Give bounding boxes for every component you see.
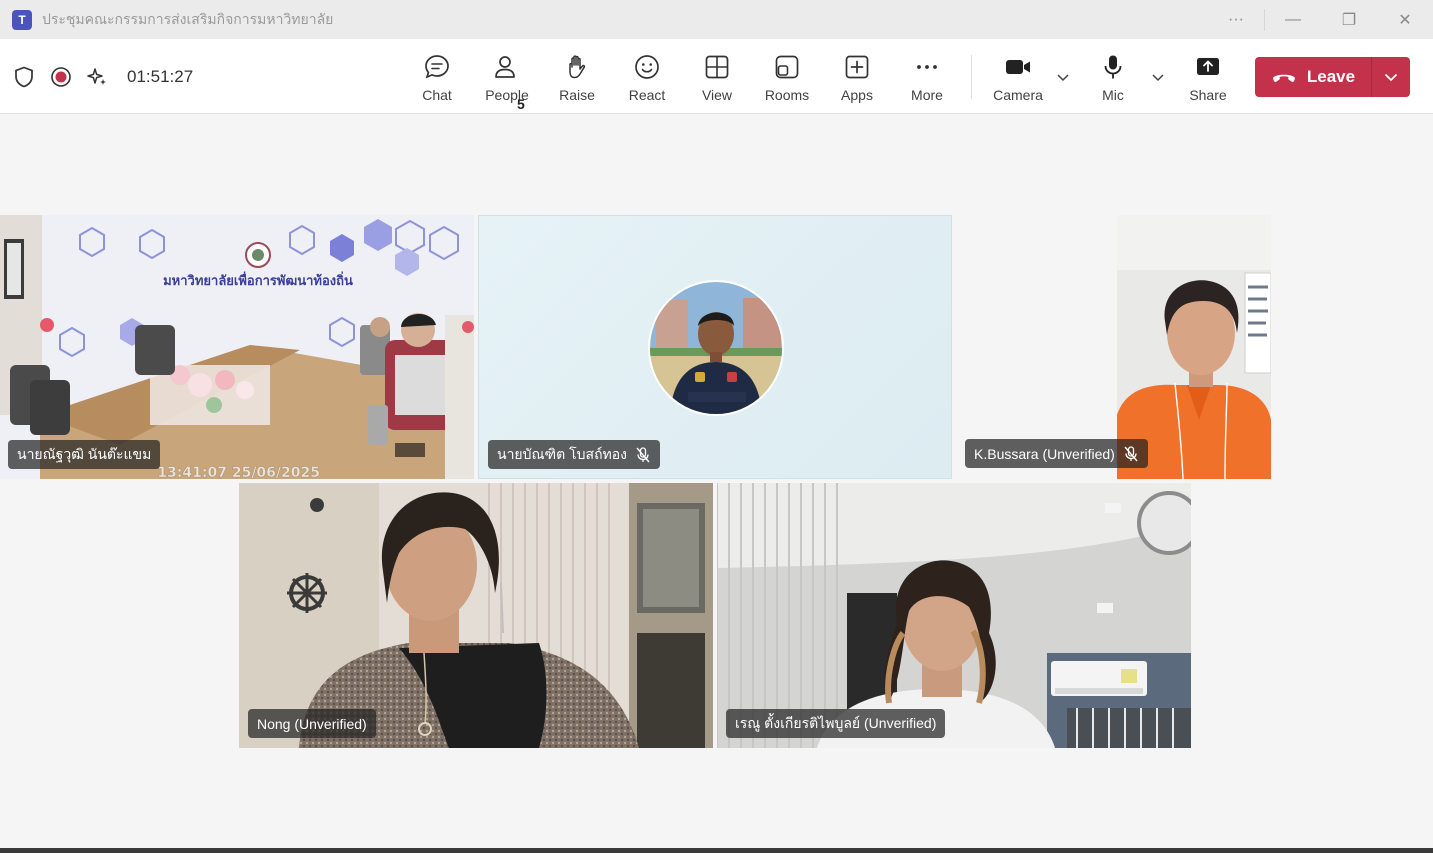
view-button[interactable]: View [682, 39, 752, 114]
window-controls: ··· — ❐ ✕ [1208, 0, 1433, 39]
video-tile-renu[interactable]: เรณู ตั้งเกียรติไพบูลย์ (Unverified) [717, 483, 1191, 748]
mic-button[interactable]: Mic [1078, 39, 1148, 114]
shield-icon[interactable] [12, 65, 36, 89]
apps-label: Apps [841, 87, 873, 103]
teams-logo-icon: T [12, 9, 32, 30]
leave-label: Leave [1306, 67, 1356, 86]
participant-name-tag: เรณู ตั้งเกียรติไพบูลย์ (Unverified) [726, 709, 946, 738]
mic-options-chevron[interactable] [1150, 69, 1166, 85]
meeting-status: 01:51:27 [12, 39, 193, 114]
ellipsis-icon [917, 65, 937, 69]
toolbar-divider [971, 55, 972, 99]
recording-icon[interactable] [49, 65, 73, 89]
react-button[interactable]: React [612, 39, 682, 114]
view-label: View [701, 87, 733, 103]
smiley-icon [635, 55, 659, 79]
people-button[interactable]: People [472, 39, 542, 114]
chevron-down-icon [1152, 74, 1164, 82]
leave-options-chevron[interactable] [1372, 57, 1410, 97]
people-icon [495, 56, 515, 78]
participant-name: K.Bussara (Unverified) [974, 445, 1115, 462]
participant-name: Nong (Unverified) [257, 715, 367, 732]
mic-off-icon [635, 446, 651, 463]
banner-text: มหาวิทยาลัยเพื่อการพัฒนาท้องถิ่น [163, 271, 353, 289]
people-count-badge: 5 [517, 96, 525, 112]
chevron-down-icon [1384, 73, 1398, 82]
participant-name: นายณัฐวุฒิ นันต๊ะแขม [17, 445, 152, 462]
video-tile-nong[interactable]: Nong (Unverified) [239, 483, 713, 748]
share-icon [1197, 58, 1219, 75]
leave-button-group: Leave [1255, 57, 1410, 97]
meeting-timer: 01:51:27 [127, 66, 194, 86]
more-button[interactable]: More [892, 39, 962, 114]
apps-button[interactable]: Apps [822, 39, 892, 114]
chat-bubble-icon [425, 55, 449, 79]
participant-name: นายบัณฑิต โบสถ์ทอง [497, 445, 628, 462]
meeting-toolbar: 01:51:27 Chat People 5 Raise React View … [0, 39, 1433, 114]
share-label: Share [1189, 87, 1227, 103]
mic-off-icon [1123, 445, 1139, 462]
close-button[interactable]: ✕ [1377, 0, 1433, 39]
camera-options-chevron[interactable] [1055, 69, 1071, 85]
video-tile-natthawut[interactable]: มหาวิทยาลัยเพื่อการพัฒนาท้องถิ่น 13:41:0… [0, 215, 474, 479]
share-button[interactable]: Share [1173, 39, 1243, 114]
rooms-icon [775, 55, 799, 79]
chat-label: Chat [422, 87, 452, 103]
minimize-button[interactable]: — [1265, 0, 1321, 39]
plus-square-icon [845, 55, 869, 79]
video-tile-bundit[interactable]: นายบัณฑิต โบสถ์ทอง [478, 215, 952, 479]
camera-label: Camera [993, 87, 1043, 103]
participant-name-tag: นายบัณฑิต โบสถ์ทอง [488, 440, 661, 469]
participant-avatar [648, 280, 784, 416]
window-title: ประชุมคณะกรรมการส่งเสริมกิจการมหาวิทยาลั… [42, 10, 334, 27]
more-label: More [911, 87, 943, 103]
participant-name-tag: นายณัฐวุฒิ นันต๊ะแขม [8, 440, 161, 469]
participant-name: เรณู ตั้งเกียรติไพบูลย์ (Unverified) [735, 714, 937, 731]
mic-icon [1104, 55, 1122, 79]
participant-name-tag: Nong (Unverified) [248, 709, 376, 738]
react-label: React [628, 87, 666, 103]
rooms-button[interactable]: Rooms [752, 39, 822, 114]
rooms-label: Rooms [764, 87, 810, 103]
raise-label: Raise [559, 87, 595, 103]
leave-button[interactable]: Leave [1255, 57, 1371, 97]
raise-hand-icon [569, 55, 586, 79]
title-bar: T ประชุมคณะกรรมการส่งเสริมกิจการมหาวิทยา… [0, 0, 1433, 39]
hang-up-icon [1272, 74, 1295, 82]
video-tile-bussara[interactable]: K.Bussara (Unverified) [956, 215, 1271, 479]
participant-name-tag: K.Bussara (Unverified) [965, 439, 1148, 468]
window-more-button[interactable]: ··· [1208, 0, 1264, 39]
chat-button[interactable]: Chat [402, 39, 472, 114]
camera-icon [1006, 60, 1030, 74]
video-timestamp: 13:41:07 25/06/2025 [157, 465, 320, 479]
restore-button[interactable]: ❐ [1321, 0, 1377, 39]
window-bottom-edge [0, 848, 1433, 853]
camera-button[interactable]: Camera [983, 39, 1053, 114]
raise-hand-button[interactable]: Raise [542, 39, 612, 114]
chevron-down-icon [1057, 74, 1069, 82]
mic-label: Mic [1102, 87, 1124, 103]
grid-icon [705, 55, 729, 79]
sparkle-icon[interactable] [86, 65, 110, 89]
